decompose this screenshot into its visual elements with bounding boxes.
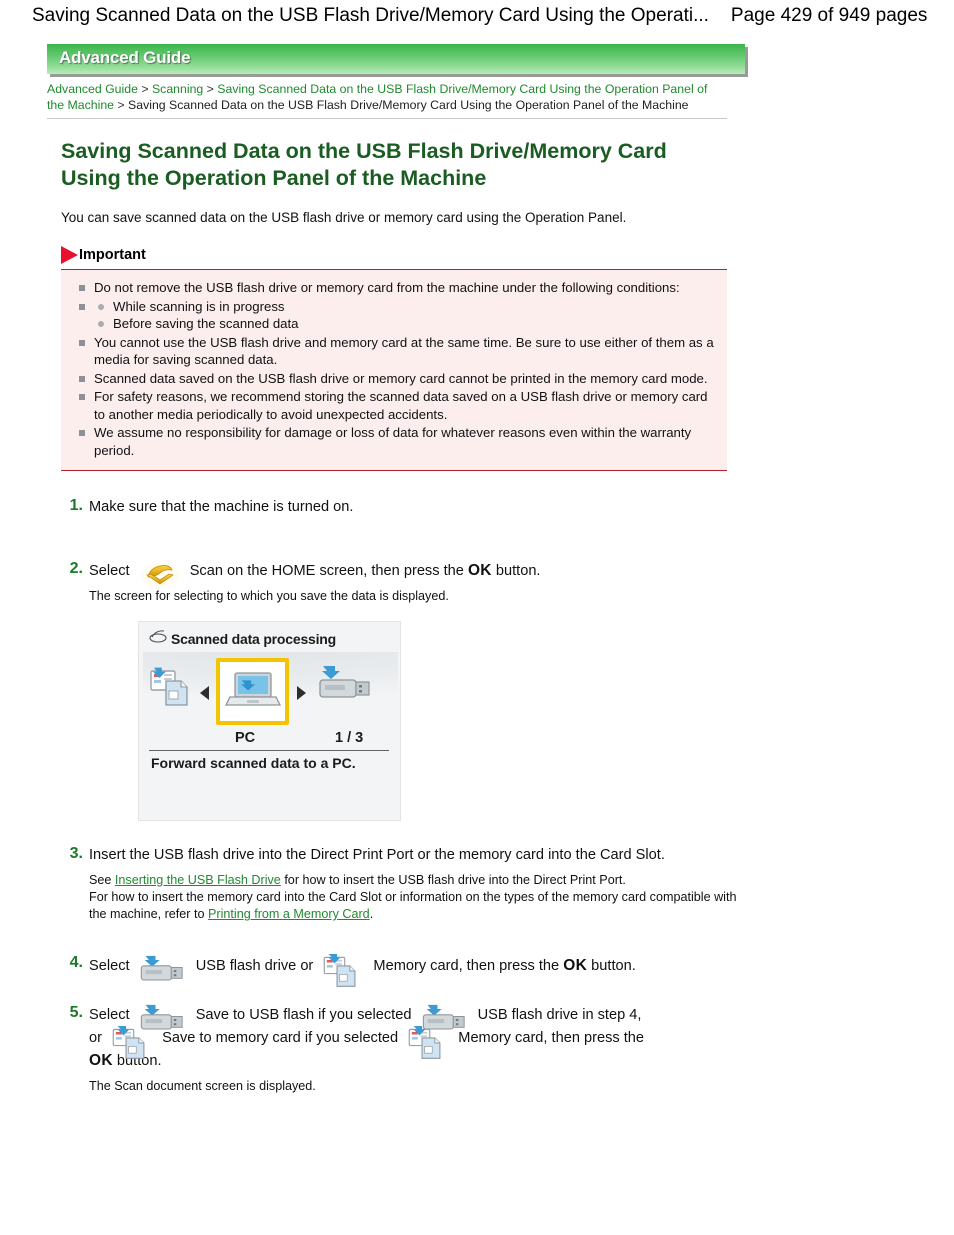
step-number: 3. bbox=[69, 845, 83, 862]
lcd-screen-figure: Scanned data processing PC 1 / 3 Forward… bbox=[138, 621, 401, 821]
lcd-caret-right-icon[interactable] bbox=[297, 686, 306, 700]
list-item: Scanned data saved on the USB flash driv… bbox=[71, 370, 717, 388]
list-item: We assume no responsibility for damage o… bbox=[71, 424, 717, 459]
important-sublist-wrapper: While scanning is in progress Before sav… bbox=[71, 298, 717, 333]
memory-card-icon bbox=[406, 1026, 450, 1060]
lcd-description: Forward scanned data to a PC. bbox=[151, 755, 356, 771]
step-number: 2. bbox=[69, 560, 83, 577]
usb-flash-drive-icon bbox=[138, 955, 188, 985]
step-text: Insert the USB flash drive into the Dire… bbox=[89, 847, 665, 863]
step5-card-label: Save to memory card if you selected bbox=[162, 1029, 399, 1046]
step-text: Make sure that the machine is turned on. bbox=[89, 499, 354, 515]
lcd-divider-2 bbox=[149, 750, 389, 751]
breadcrumb-link-scanning[interactable]: Scanning bbox=[152, 82, 203, 96]
important-label: Important bbox=[79, 247, 146, 263]
important-header: Important bbox=[61, 245, 747, 265]
step3-note-b: for how to insert the USB flash drive in… bbox=[284, 873, 626, 887]
lcd-caret-left-icon[interactable] bbox=[200, 686, 209, 700]
link-inserting-usb-flash-drive[interactable]: Inserting the USB Flash Drive bbox=[115, 873, 281, 887]
step-note: The screen for selecting to which you sa… bbox=[89, 589, 449, 603]
step5-usb-label-2: USB flash drive in step 4, bbox=[477, 1006, 642, 1023]
lcd-title-row: Scanned data processing bbox=[149, 629, 336, 648]
step5-usb-label: Save to USB flash if you selected bbox=[195, 1006, 412, 1023]
step-note: The Scan document screen is displayed. bbox=[89, 1079, 316, 1093]
step3-see-label: See bbox=[89, 873, 112, 887]
ok-button-label: OK bbox=[467, 562, 492, 579]
breadcrumb: Advanced Guide > Scanning > Saving Scann… bbox=[47, 81, 727, 119]
lcd-title: Scanned data processing bbox=[171, 630, 337, 647]
document-heading: Saving Scanned Data on the USB Flash Dri… bbox=[61, 139, 667, 190]
step-note: See Inserting the USB Flash Drive for ho… bbox=[89, 872, 747, 923]
red-flag-icon bbox=[61, 246, 78, 264]
step5-card-label-2: Memory card, then press the bbox=[458, 1029, 645, 1046]
memory-card-icon bbox=[321, 954, 365, 988]
banner-label: Advanced Guide bbox=[59, 48, 191, 67]
page-title: Saving Scanned Data on the USB Flash Dri… bbox=[32, 5, 709, 26]
document-content: Advanced Guide Advanced Guide > Scanning… bbox=[47, 44, 747, 1095]
breadcrumb-separator: > bbox=[141, 82, 149, 96]
step3-note-d: . bbox=[369, 907, 374, 921]
link-printing-from-memory-card[interactable]: Printing from a Memory Card bbox=[208, 907, 370, 921]
list-item: For safety reasons, we recommend storing… bbox=[71, 388, 717, 423]
memory-card-icon bbox=[110, 1026, 154, 1060]
page-count: Page 429 of 949 pages bbox=[730, 5, 928, 26]
scanner-icon bbox=[149, 629, 167, 648]
step-text: Select Scan on the HOME screen, then pre… bbox=[89, 560, 747, 587]
step-5: 5. Select Save to USB flash if you selec… bbox=[61, 1004, 747, 1095]
breadcrumb-link-advanced-guide[interactable]: Advanced Guide bbox=[47, 82, 138, 96]
step-2: 2. Select Scan on the HOME screen, then … bbox=[61, 560, 747, 605]
step4-select-label: Select bbox=[89, 957, 130, 974]
step3-note-c: For how to insert the memory card into t… bbox=[89, 890, 737, 921]
ok-button-label: OK bbox=[563, 956, 588, 974]
step-number: 4. bbox=[69, 954, 83, 971]
page-header: Saving Scanned Data on the USB Flash Dri… bbox=[0, 0, 954, 32]
important-list: Do not remove the USB flash drive or mem… bbox=[71, 279, 717, 459]
breadcrumb-current: Saving Scanned Data on the USB Flash Dri… bbox=[128, 98, 689, 112]
scan-icon bbox=[140, 561, 180, 588]
list-item: Before saving the scanned data bbox=[91, 315, 717, 333]
step2-select-label: Select bbox=[89, 563, 130, 579]
step-text: Select Save to USB flash if you selected bbox=[89, 1004, 747, 1072]
breadcrumb-separator: > bbox=[117, 98, 125, 112]
list-item: You cannot use the USB flash drive and m… bbox=[71, 334, 717, 369]
breadcrumb-separator: > bbox=[206, 82, 214, 96]
step-1: 1. Make sure that the machine is turned … bbox=[61, 497, 747, 518]
step4-usb-label: USB flash drive or bbox=[195, 957, 314, 974]
step5-or-label: or bbox=[89, 1029, 102, 1046]
step-4: 4. Select USB flash drive or Memory card… bbox=[61, 954, 747, 987]
step-number: 5. bbox=[69, 1004, 83, 1021]
lcd-selected-label: PC bbox=[235, 730, 256, 746]
step4-tail: button. bbox=[591, 957, 636, 974]
important-box: Do not remove the USB flash drive or mem… bbox=[61, 269, 727, 471]
document-intro: You can save scanned data on the USB fla… bbox=[61, 210, 627, 225]
lcd-pager: 1 / 3 bbox=[335, 730, 364, 746]
step-number: 1. bbox=[69, 497, 83, 514]
lcd-pc-option[interactable] bbox=[216, 658, 289, 725]
step2-text: Scan on the HOME screen, then press the bbox=[189, 563, 464, 579]
important-sublist: While scanning is in progress Before sav… bbox=[91, 298, 717, 333]
step5-select-label: Select bbox=[89, 1006, 130, 1023]
step2-text-tail: button. bbox=[495, 563, 541, 579]
step-3: 3. Insert the USB flash drive into the D… bbox=[61, 845, 747, 923]
lcd-memory-card-icon[interactable] bbox=[149, 664, 197, 713]
list-item: Do not remove the USB flash drive or mem… bbox=[71, 279, 717, 297]
lcd-usb-flash-drive-icon[interactable] bbox=[317, 664, 375, 711]
step-text: Select USB flash drive or Memory card, t… bbox=[89, 954, 747, 987]
advanced-guide-banner: Advanced Guide bbox=[47, 44, 745, 74]
list-item: While scanning is in progress bbox=[91, 298, 717, 316]
step4-card-label: Memory card, then press the bbox=[373, 957, 560, 974]
